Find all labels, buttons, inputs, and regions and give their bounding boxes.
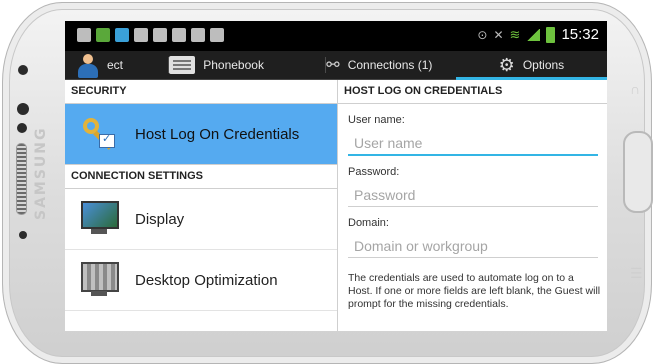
android-icon xyxy=(96,28,110,42)
username-input[interactable] xyxy=(348,132,598,156)
tab-label: ect xyxy=(107,58,124,72)
notification-icon xyxy=(77,28,91,42)
speaker-grille xyxy=(16,143,27,215)
list-item-display[interactable]: Display xyxy=(65,189,337,250)
alarm-icon: ⊙ xyxy=(477,27,488,42)
mute-icon: ✕ xyxy=(493,27,504,42)
tab-label: Phonebook xyxy=(203,58,264,72)
phone-body: SAMSUNG ∩ ☰ ⊙ ✕ ≋ 15:32 ect Phonebook ⚯ … xyxy=(2,2,653,364)
battery-icon xyxy=(546,26,556,43)
password-label: Password: xyxy=(348,166,400,178)
status-bar: ⊙ ✕ ≋ 15:32 xyxy=(65,21,607,51)
bag-icon xyxy=(210,28,224,42)
tab-label: Options xyxy=(522,58,565,72)
credentials-panel: HOST LOG ON CREDENTIALS User name: Passw… xyxy=(338,80,607,331)
wifi-icon: ≋ xyxy=(509,26,521,42)
tab-connections[interactable]: ⚯ Connections (1) xyxy=(326,51,456,79)
list-item-label: Display xyxy=(135,210,185,228)
home-button[interactable] xyxy=(623,131,653,213)
domain-input[interactable] xyxy=(348,235,598,258)
brand-label: SAMSUNG xyxy=(33,126,49,220)
list-item-label: Host Log On Credentials xyxy=(135,125,300,143)
sensor-dot xyxy=(17,123,27,133)
section-header-connection-settings: CONNECTION SETTINGS xyxy=(65,164,337,189)
list-item-desktop-optimization[interactable]: Desktop Optimization xyxy=(65,250,337,311)
optimization-icon xyxy=(79,260,121,300)
domain-label: Domain: xyxy=(348,217,389,229)
cloud-icon xyxy=(172,28,186,42)
list-item-label: Desktop Optimization xyxy=(135,271,278,289)
username-label: User name: xyxy=(348,114,405,126)
action-bar: ect Phonebook ⚯ Connections (1) ⚙ Option… xyxy=(65,51,607,80)
credentials-form: User name: Password: Domain: The credent… xyxy=(338,114,607,311)
tab-options[interactable]: ⚙ Options xyxy=(455,51,607,80)
panel-title: HOST LOG ON CREDENTIALS xyxy=(338,80,607,104)
password-input[interactable] xyxy=(348,184,598,207)
signal-icon xyxy=(526,28,541,41)
list-item-host-log-on-credentials[interactable]: Host Log On Credentials xyxy=(65,104,337,164)
mail-icon xyxy=(134,28,148,42)
tab-connect[interactable]: ect xyxy=(65,51,170,79)
section-header-security: SECURITY xyxy=(65,80,337,104)
tab-phonebook[interactable]: Phonebook xyxy=(169,51,327,79)
gear-icon: ⚙ xyxy=(498,54,515,75)
system-icons: ⊙ ✕ ≋ 15:32 xyxy=(477,26,599,43)
settings-list: SECURITY Host Log On Credentials CONNECT… xyxy=(65,80,338,331)
tab-label: Connections (1) xyxy=(347,58,433,72)
notification-icons xyxy=(77,28,224,42)
front-camera xyxy=(18,65,28,75)
clock: 15:32 xyxy=(561,26,599,43)
back-icon[interactable]: ∩ xyxy=(630,81,640,97)
menu-icon[interactable]: ☰ xyxy=(630,265,643,282)
message-icon xyxy=(153,28,167,42)
bag-icon xyxy=(191,28,205,42)
connections-icon: ⚯ xyxy=(326,57,340,74)
key-icon xyxy=(79,114,121,154)
main-content: SECURITY Host Log On Credentials CONNECT… xyxy=(65,80,607,331)
credentials-note: The credentials are used to automate log… xyxy=(348,272,601,310)
sensor-dot xyxy=(19,231,27,239)
device-screen: ⊙ ✕ ≋ 15:32 ect Phonebook ⚯ Connections … xyxy=(65,21,607,331)
person-icon xyxy=(75,53,101,79)
monitor-icon xyxy=(79,199,121,239)
phonebook-icon xyxy=(169,56,196,74)
app-icon xyxy=(115,28,129,42)
sensor-dot xyxy=(17,103,29,115)
